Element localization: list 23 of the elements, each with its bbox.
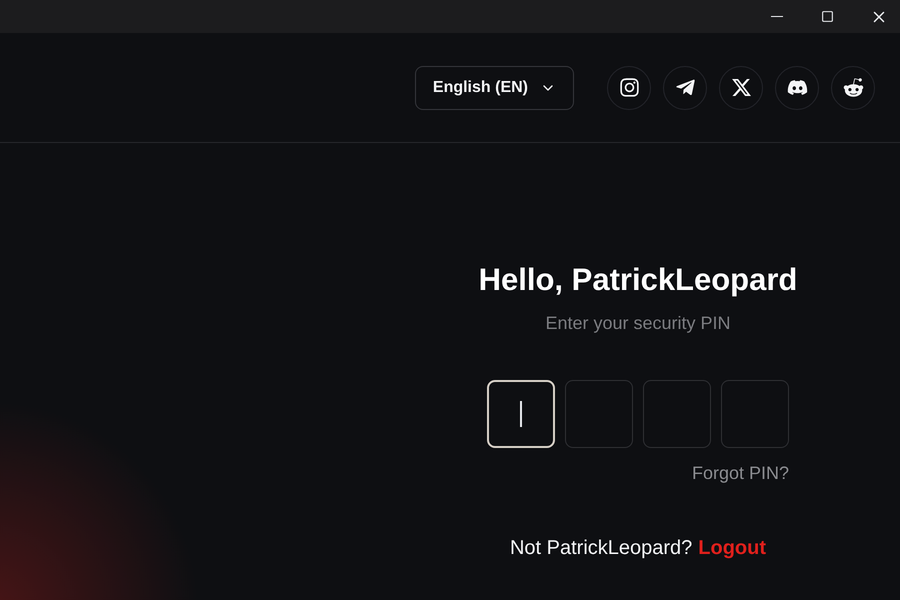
social-button[interactable] bbox=[719, 66, 763, 110]
maximize-button[interactable] bbox=[821, 10, 834, 23]
subtitle: Enter your security PIN bbox=[545, 312, 731, 335]
forgot-pin-link[interactable]: Forgot PIN? bbox=[692, 460, 789, 487]
controller-face-icon bbox=[786, 77, 808, 98]
social-button[interactable] bbox=[663, 66, 707, 110]
not-user-text: Not PatrickLeopard? bbox=[510, 536, 692, 561]
x-letter-icon bbox=[730, 77, 752, 98]
social-button[interactable] bbox=[607, 66, 651, 110]
maximize-icon bbox=[821, 10, 834, 23]
social-button[interactable] bbox=[831, 66, 875, 110]
minimize-icon bbox=[771, 16, 783, 18]
alien-face-icon bbox=[842, 77, 864, 98]
pin-input-field[interactable] bbox=[565, 380, 633, 448]
logout-link[interactable]: Logout bbox=[698, 532, 766, 563]
greeting-heading: Hello, PatrickLeopard bbox=[478, 261, 798, 299]
pin-input-field[interactable] bbox=[643, 380, 711, 448]
language-dropdown[interactable]: English (EN) bbox=[414, 66, 574, 110]
pin-input-field[interactable] bbox=[721, 380, 789, 448]
paper-plane-icon bbox=[674, 77, 696, 98]
camera-icon bbox=[618, 77, 640, 98]
social-button[interactable] bbox=[775, 66, 819, 110]
text-caret bbox=[520, 400, 522, 427]
